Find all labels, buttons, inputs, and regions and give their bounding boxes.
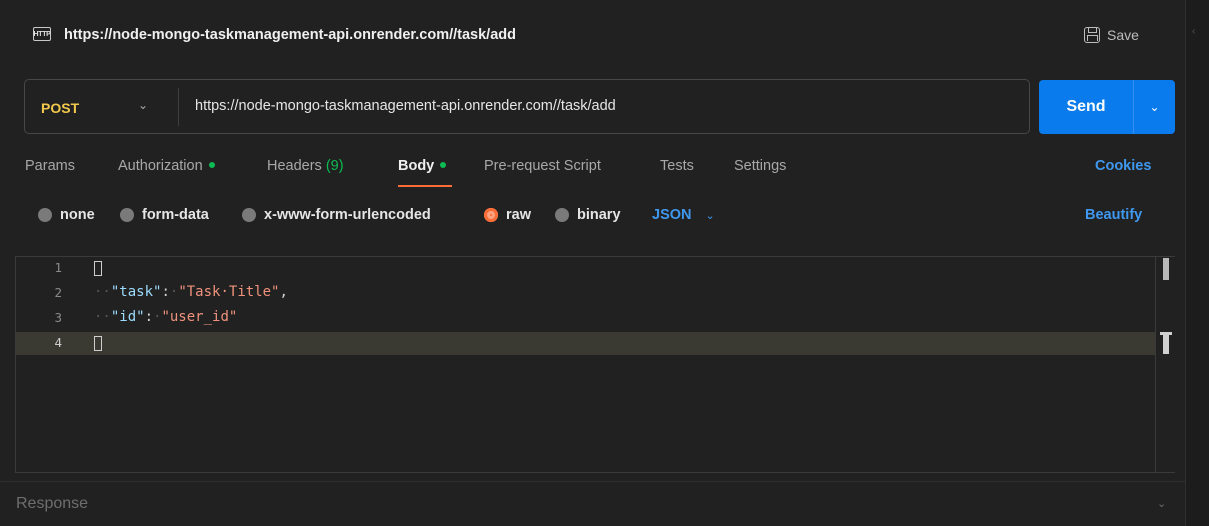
side-panel-strip: ‹ [1185, 0, 1209, 526]
radio-label: raw [506, 207, 531, 223]
whitespace-marker: ·· [94, 284, 111, 300]
response-panel[interactable]: Response ⌄ [0, 481, 1185, 526]
json-value: "Task·Title" [178, 284, 280, 300]
line-number: 1 [54, 260, 62, 275]
body-type-options: none form-data x-www-form-urlencoded raw… [0, 200, 1185, 230]
json-key: "task" [110, 284, 162, 300]
tab-headers-label: Headers [267, 158, 322, 174]
code-text: ··"task":·"Task·Title", [94, 284, 288, 300]
radio-form-data[interactable]: form-data [120, 207, 209, 223]
whitespace-marker: ·· [94, 309, 111, 325]
tab-body[interactable]: Body [398, 158, 447, 174]
request-tabs: Params Authorization Headers (9) Body Pr… [0, 152, 1185, 188]
send-button[interactable]: Send ⌄ [1039, 80, 1175, 134]
editor-line-active[interactable]: 4 [16, 332, 1156, 355]
headers-count-badge: (9) [325, 158, 344, 174]
chevron-down-icon[interactable]: ⌄ [1157, 497, 1166, 510]
radio-circle-selected [484, 208, 498, 222]
radio-circle [120, 208, 134, 222]
bracket-match-icon [94, 261, 102, 276]
code-text: ··"id":·"user_id" [94, 309, 238, 325]
cookies-link[interactable]: Cookies [1095, 158, 1151, 174]
save-button[interactable]: Save [1084, 24, 1139, 46]
radio-binary[interactable]: binary [555, 207, 621, 223]
radio-raw[interactable]: raw [484, 207, 531, 223]
line-number: 2 [54, 285, 62, 300]
radio-label: binary [577, 207, 621, 223]
beautify-link[interactable]: Beautify [1085, 207, 1142, 223]
json-key: "id" [110, 309, 145, 325]
code-editor[interactable]: 1 2 ··"task":·"Task·Title", 3 ··"id":·"u… [15, 256, 1175, 473]
active-tab-indicator [398, 185, 452, 187]
request-title[interactable]: https://node-mongo-taskmanagement-api.on… [64, 27, 516, 43]
status-dot-icon [440, 162, 447, 169]
url-input[interactable] [195, 96, 1015, 116]
radio-circle [38, 208, 52, 222]
scrollbar-thumb[interactable] [1163, 258, 1169, 280]
chevron-down-icon[interactable]: ⌄ [138, 98, 148, 112]
editor-line[interactable]: 2 ··"task":·"Task·Title", [16, 282, 1156, 305]
bracket-match-icon [94, 336, 102, 351]
line-number: 3 [54, 310, 62, 325]
editor-line[interactable]: 1 [16, 257, 1156, 280]
chevron-down-icon: ⌄ [705, 210, 715, 222]
response-label: Response [16, 495, 89, 512]
panel-chevron-icon: ‹ [1192, 26, 1196, 37]
send-label[interactable]: Send [1039, 80, 1133, 134]
tab-authorization-label: Authorization [118, 158, 203, 174]
format-label: JSON [652, 207, 692, 223]
save-icon [1084, 27, 1100, 43]
tab-prerequest-script[interactable]: Pre-request Script [484, 158, 601, 174]
tab-authorization[interactable]: Authorization [118, 158, 215, 174]
radio-circle [242, 208, 256, 222]
editor-gutter-line [1155, 256, 1156, 473]
tab-headers[interactable]: Headers (9) [267, 158, 344, 174]
url-bar: POST ⌄ [24, 79, 1030, 134]
radio-label: x-www-form-urlencoded [264, 207, 431, 223]
url-divider [178, 88, 179, 126]
http-icon: HTTP [33, 27, 51, 41]
tab-tests[interactable]: Tests [660, 158, 694, 174]
format-select[interactable]: JSON ⌄ [652, 207, 715, 223]
tab-params[interactable]: Params [25, 158, 75, 174]
json-value: "user_id" [161, 309, 238, 325]
code-text [94, 334, 102, 353]
tab-settings[interactable]: Settings [734, 158, 786, 174]
code-text [94, 259, 102, 278]
radio-urlencoded[interactable]: x-www-form-urlencoded [242, 207, 431, 223]
tab-body-label: Body [398, 158, 435, 174]
editor-line[interactable]: 3 ··"id":·"user_id" [16, 307, 1156, 330]
text-cursor-icon [1160, 332, 1172, 354]
line-number: 4 [54, 335, 62, 350]
send-options-chevron-icon[interactable]: ⌄ [1134, 80, 1175, 134]
request-header: HTTP https://node-mongo-taskmanagement-a… [0, 0, 1185, 72]
status-dot-icon [208, 162, 215, 169]
radio-none[interactable]: none [38, 207, 95, 223]
radio-circle [555, 208, 569, 222]
save-label: Save [1107, 27, 1139, 43]
radio-label: form-data [142, 207, 209, 223]
method-select[interactable]: POST [41, 100, 79, 116]
radio-label: none [60, 207, 95, 223]
